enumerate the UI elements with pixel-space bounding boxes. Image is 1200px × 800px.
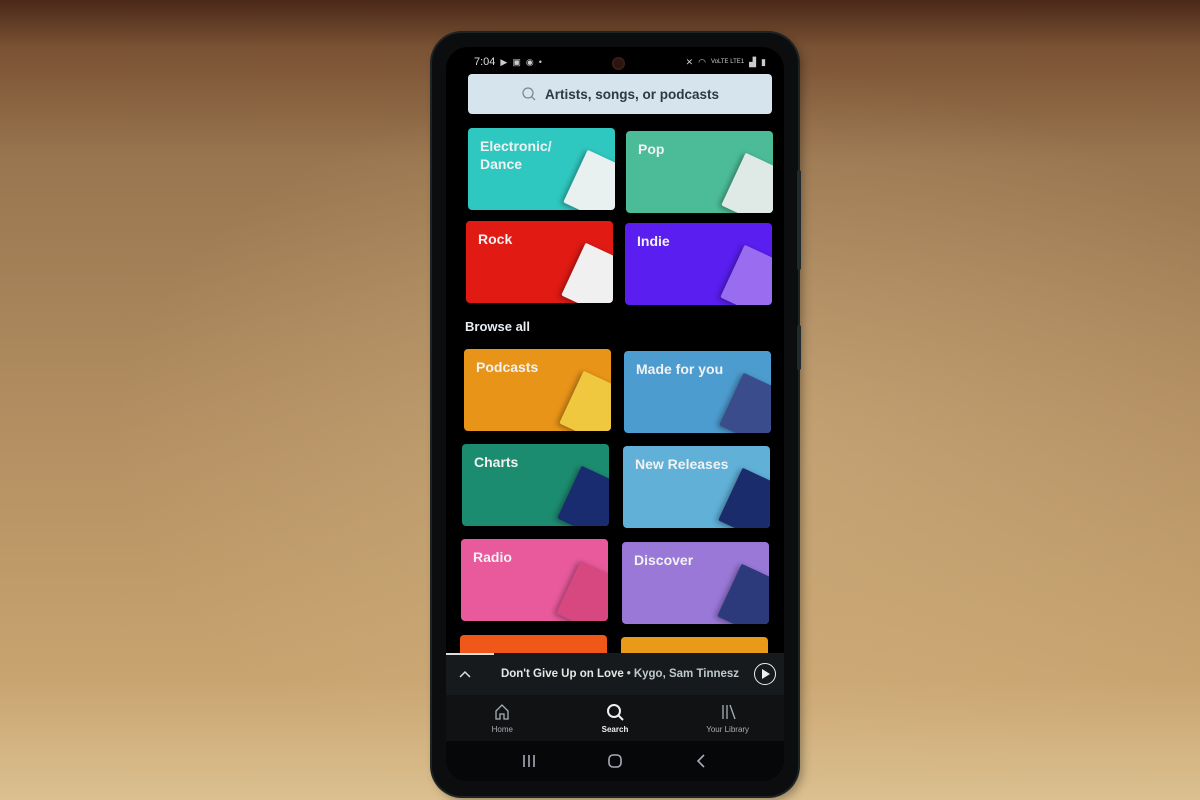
tab-label: Home bbox=[491, 725, 513, 734]
home-icon bbox=[495, 704, 509, 720]
category-label: Made for you bbox=[636, 361, 724, 377]
playlist-art bbox=[557, 465, 609, 526]
category-card-discover[interactable]: Discover bbox=[622, 542, 769, 624]
back-button[interactable] bbox=[686, 749, 716, 773]
mute-icon: ✕ bbox=[685, 56, 694, 67]
playback-progress bbox=[446, 653, 494, 655]
dot-icon: • bbox=[538, 57, 542, 67]
gallery-icon: ▣ bbox=[512, 56, 521, 67]
genre-card-electronic-dance[interactable]: Electronic/ Dance bbox=[468, 128, 615, 210]
front-camera bbox=[612, 57, 625, 70]
category-label: Discover bbox=[634, 552, 694, 568]
playlist-art bbox=[720, 244, 772, 305]
tab-label: Search bbox=[601, 725, 629, 734]
genre-card-indie[interactable]: Indie bbox=[625, 223, 772, 305]
genre-card-rock[interactable]: Rock bbox=[466, 221, 613, 303]
now-playing-bar[interactable]: Don't Give Up on Love • Kygo, Sam Tinnesz bbox=[446, 653, 784, 695]
tab-your-library[interactable]: Your Library bbox=[683, 702, 773, 734]
search-placeholder: Artists, songs, or podcasts bbox=[544, 86, 720, 102]
recents-icon bbox=[523, 755, 535, 767]
search-icon bbox=[606, 704, 624, 721]
genre-label: Pop bbox=[638, 141, 665, 157]
browse-all-heading: Browse all bbox=[465, 319, 531, 334]
tab-label: Your Library bbox=[706, 725, 750, 734]
category-card-podcasts[interactable]: Podcasts bbox=[464, 349, 611, 431]
playlist-art bbox=[718, 467, 770, 528]
playlist-art bbox=[717, 563, 769, 624]
genre-label: Rock bbox=[478, 231, 513, 247]
play-button[interactable] bbox=[754, 663, 776, 685]
category-label: Radio bbox=[473, 549, 512, 565]
genre-label: Electronic/ Dance bbox=[480, 138, 552, 172]
category-label: Podcasts bbox=[476, 359, 539, 375]
clock: 7:04 bbox=[474, 56, 496, 68]
category-card-charts[interactable]: Charts bbox=[462, 444, 609, 526]
playlist-art bbox=[719, 372, 771, 433]
chevron-up-icon[interactable] bbox=[458, 666, 472, 682]
playlist-art bbox=[559, 370, 611, 431]
messenger-icon: ◉ bbox=[525, 56, 534, 67]
genre-label: Indie bbox=[637, 233, 670, 249]
volte-lte-icon: VoLTE LTE1 bbox=[710, 59, 745, 65]
category-label: New Releases bbox=[635, 456, 729, 472]
track-artists: Kygo, Sam Tinnesz bbox=[633, 668, 740, 680]
battery-icon: ▮ bbox=[761, 56, 766, 67]
power-button bbox=[797, 325, 801, 370]
wifi-icon: ◠ bbox=[698, 56, 706, 67]
playlist-art bbox=[561, 242, 613, 303]
system-home-button[interactable] bbox=[600, 749, 630, 773]
search-icon bbox=[522, 87, 536, 101]
playlist-art bbox=[721, 152, 773, 213]
system-navigation-bar bbox=[446, 741, 784, 781]
play-store-icon: ▶ bbox=[500, 56, 508, 67]
play-icon bbox=[761, 669, 770, 679]
track-title: Don't Give Up on Love bbox=[500, 668, 624, 680]
signal-icon: ▟ bbox=[749, 56, 757, 67]
category-card-radio[interactable]: Radio bbox=[461, 539, 608, 621]
category-card-new-releases[interactable]: New Releases bbox=[623, 446, 770, 528]
phone-screen: 7:04 ▶ ▣ ◉ • ✕ ◠ VoLTE LTE1 ▟ ▮ Artists,… bbox=[446, 47, 784, 781]
category-label: Charts bbox=[474, 454, 519, 470]
bottom-tab-bar: Home Search Your Library bbox=[446, 695, 784, 741]
tab-home[interactable]: Home bbox=[457, 702, 547, 734]
category-card-made-for-you[interactable]: Made for you bbox=[624, 351, 771, 433]
separator: • bbox=[626, 668, 631, 680]
library-icon bbox=[721, 704, 736, 720]
search-input[interactable]: Artists, songs, or podcasts bbox=[468, 74, 772, 114]
now-playing-info: Don't Give Up on Love • Kygo, Sam Tinnesz bbox=[492, 668, 748, 680]
genre-card-pop[interactable]: Pop bbox=[626, 131, 773, 213]
home-circle-icon bbox=[608, 754, 622, 768]
tab-search[interactable]: Search bbox=[570, 702, 660, 734]
back-icon bbox=[696, 754, 705, 768]
volume-button bbox=[797, 170, 801, 270]
recents-button[interactable] bbox=[514, 749, 544, 773]
playlist-art bbox=[556, 560, 608, 621]
